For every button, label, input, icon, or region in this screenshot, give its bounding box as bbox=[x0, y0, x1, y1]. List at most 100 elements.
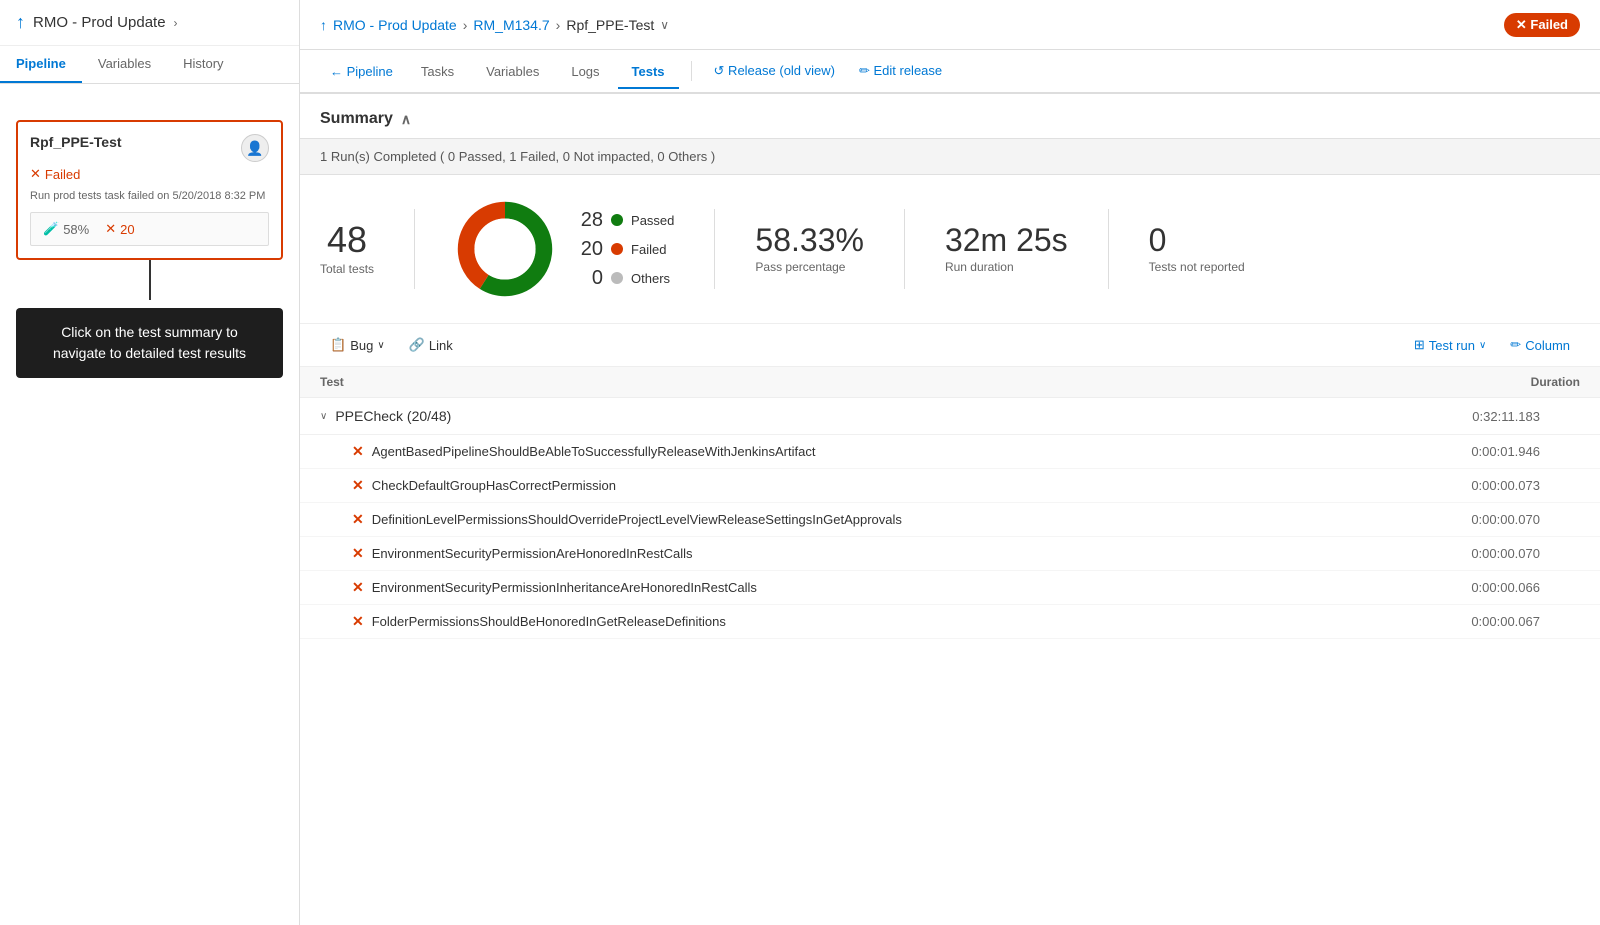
link-label: Link bbox=[429, 338, 453, 353]
breadcrumb-chevron-icon[interactable]: ∨ bbox=[660, 18, 669, 32]
fail-x-icon: ✕ bbox=[352, 579, 364, 596]
total-tests: 48 Total tests bbox=[320, 222, 374, 276]
nav-tasks[interactable]: Tasks bbox=[407, 56, 468, 89]
fail-x-icon: ✕ bbox=[352, 477, 364, 494]
table-row[interactable]: ✕ FolderPermissionsShouldBeHonoredInGetR… bbox=[300, 605, 1600, 639]
not-reported-number: 0 bbox=[1149, 224, 1245, 256]
nav-release-old[interactable]: ↺ Release (old view) bbox=[704, 57, 845, 85]
nav-divider bbox=[691, 61, 692, 81]
summary-chevron-icon[interactable]: ∧ bbox=[401, 111, 411, 128]
passed-count: 28 bbox=[575, 209, 603, 232]
person-icon: 👤 bbox=[246, 140, 263, 157]
breadcrumb-project[interactable]: RMO - Prod Update bbox=[333, 17, 457, 33]
avatar: 👤 bbox=[241, 134, 269, 162]
fail-x-icon: ✕ bbox=[352, 613, 364, 630]
toolbar-left: 📋 Bug ∨ 🔗 Link bbox=[320, 332, 463, 358]
stage-status: ✕ Failed bbox=[30, 166, 269, 182]
test-name: ✕ DefinitionLevelPermissionsShouldOverri… bbox=[352, 511, 902, 528]
table-row[interactable]: ✕ DefinitionLevelPermissionsShouldOverri… bbox=[300, 503, 1600, 537]
failed-count: 20 bbox=[575, 238, 603, 261]
stats-row: 48 Total tests bbox=[300, 175, 1600, 324]
tab-history[interactable]: History bbox=[167, 46, 239, 83]
column-button[interactable]: ✏ Column bbox=[1500, 332, 1580, 358]
stage-card[interactable]: Rpf_PPE-Test 👤 ✕ Failed Run prod tests t… bbox=[16, 120, 283, 260]
test-run-label: Test run bbox=[1429, 338, 1475, 353]
nav-edit-release[interactable]: ✏ Edit release bbox=[849, 57, 952, 85]
breadcrumb-test: Rpf_PPE-Test bbox=[566, 17, 654, 33]
test-duration: 0:00:01.946 bbox=[1471, 444, 1580, 459]
failed-badge: ✕ Failed bbox=[1504, 13, 1580, 37]
breadcrumb-rm[interactable]: RM_M134.7 bbox=[473, 17, 549, 33]
summary-title: Summary bbox=[320, 110, 393, 128]
run-banner: 1 Run(s) Completed ( 0 Passed, 1 Failed,… bbox=[300, 138, 1600, 175]
stats-divider2 bbox=[714, 209, 715, 289]
bug-button[interactable]: 📋 Bug ∨ bbox=[320, 332, 395, 358]
left-title: RMO - Prod Update bbox=[33, 14, 166, 31]
fail-x-small-icon: ✕ bbox=[105, 221, 116, 237]
pass-pct-label: Pass percentage bbox=[755, 260, 864, 274]
others-dot bbox=[611, 272, 623, 284]
total-label: Total tests bbox=[320, 262, 374, 276]
failed-label: ✕ Failed bbox=[1516, 17, 1568, 33]
test-duration: 0:00:00.070 bbox=[1471, 546, 1580, 561]
group-title: PPECheck (20/48) bbox=[335, 408, 451, 424]
beaker-icon: 🧪 bbox=[43, 221, 59, 237]
link-button[interactable]: 🔗 Link bbox=[399, 332, 463, 358]
summary-header: Summary ∧ bbox=[300, 94, 1600, 138]
test-duration: 0:00:00.070 bbox=[1471, 512, 1580, 527]
tab-variables[interactable]: Variables bbox=[82, 46, 167, 83]
others-label: Others bbox=[631, 271, 670, 286]
col-test: Test bbox=[320, 375, 344, 389]
test-duration: 0:00:00.066 bbox=[1471, 580, 1580, 595]
table-row[interactable]: ✕ CheckDefaultGroupHasCorrectPermission … bbox=[300, 469, 1600, 503]
breadcrumb-sep2: › bbox=[556, 17, 561, 33]
pass-pct-number: 58.33% bbox=[755, 224, 864, 256]
not-reported-label: Tests not reported bbox=[1149, 260, 1245, 274]
stage-fail-info: Run prod tests task failed on 5/20/2018 … bbox=[30, 190, 269, 202]
fail-x-icon: ✕ bbox=[352, 511, 364, 528]
stage-name: Rpf_PPE-Test bbox=[30, 134, 122, 150]
run-duration-number: 32m 25s bbox=[945, 224, 1068, 256]
nav-tests[interactable]: Tests bbox=[618, 56, 679, 89]
bug-icon: 📋 bbox=[330, 337, 346, 353]
column-icon: ✏ bbox=[1510, 337, 1521, 353]
tooltip-box: Click on the test summary to navigate to… bbox=[16, 308, 283, 378]
group-row-ppecheck[interactable]: ∨ PPECheck (20/48) 0:32:11.183 bbox=[300, 398, 1600, 435]
test-run-button[interactable]: ⊞ Test run ∨ bbox=[1404, 332, 1496, 358]
test-name: ✕ FolderPermissionsShouldBeHonoredInGetR… bbox=[352, 613, 726, 630]
table-header: Test Duration bbox=[300, 367, 1600, 398]
legend-passed: 28 Passed bbox=[575, 209, 674, 232]
nav-bar: ← Pipeline Tasks Variables Logs Tests ↺ … bbox=[300, 50, 1600, 94]
legend-failed: 20 Failed bbox=[575, 238, 674, 261]
toolbar: 📋 Bug ∨ 🔗 Link ⊞ Test run ∨ bbox=[300, 324, 1600, 367]
table-row[interactable]: ✕ EnvironmentSecurityPermissionInheritan… bbox=[300, 571, 1600, 605]
fail-x-icon: ✕ bbox=[352, 545, 364, 562]
bug-label: Bug bbox=[350, 338, 373, 353]
stats-divider1 bbox=[414, 209, 415, 289]
test-name: ✕ EnvironmentSecurityPermissionInheritan… bbox=[352, 579, 757, 596]
right-panel: ↑ RMO - Prod Update › RM_M134.7 › Rpf_PP… bbox=[300, 0, 1600, 925]
test-group: ∨ PPECheck (20/48) 0:32:11.183 ✕ AgentBa… bbox=[300, 398, 1600, 639]
pipeline-icon: ↑ bbox=[16, 12, 25, 33]
top-bar: ↑ RMO - Prod Update › RM_M134.7 › Rpf_PP… bbox=[300, 0, 1600, 50]
fail-x-icon: ✕ bbox=[30, 166, 41, 182]
stats-divider4 bbox=[1108, 209, 1109, 289]
left-header: ↑ RMO - Prod Update › bbox=[0, 0, 299, 46]
bug-chevron-icon: ∨ bbox=[377, 340, 384, 351]
table-row[interactable]: ✕ AgentBasedPipelineShouldBeAbleToSucces… bbox=[300, 435, 1600, 469]
nav-back-button[interactable]: ← Pipeline bbox=[320, 58, 403, 85]
tab-pipeline[interactable]: Pipeline bbox=[0, 46, 82, 83]
donut-svg bbox=[455, 199, 555, 299]
group-duration: 0:32:11.183 bbox=[1472, 409, 1580, 424]
nav-logs[interactable]: Logs bbox=[557, 56, 613, 89]
test-run-chevron-icon: ∨ bbox=[1479, 340, 1486, 351]
test-name: ✕ CheckDefaultGroupHasCorrectPermission bbox=[352, 477, 616, 494]
table-row[interactable]: ✕ EnvironmentSecurityPermissionAreHonore… bbox=[300, 537, 1600, 571]
nav-variables[interactable]: Variables bbox=[472, 56, 553, 89]
col-duration: Duration bbox=[1531, 375, 1580, 389]
failed-dot bbox=[611, 243, 623, 255]
fail-count: 20 bbox=[120, 222, 134, 237]
pass-pct: 58% bbox=[63, 222, 89, 237]
others-count: 0 bbox=[575, 267, 603, 290]
expand-icon: ∨ bbox=[320, 411, 327, 422]
